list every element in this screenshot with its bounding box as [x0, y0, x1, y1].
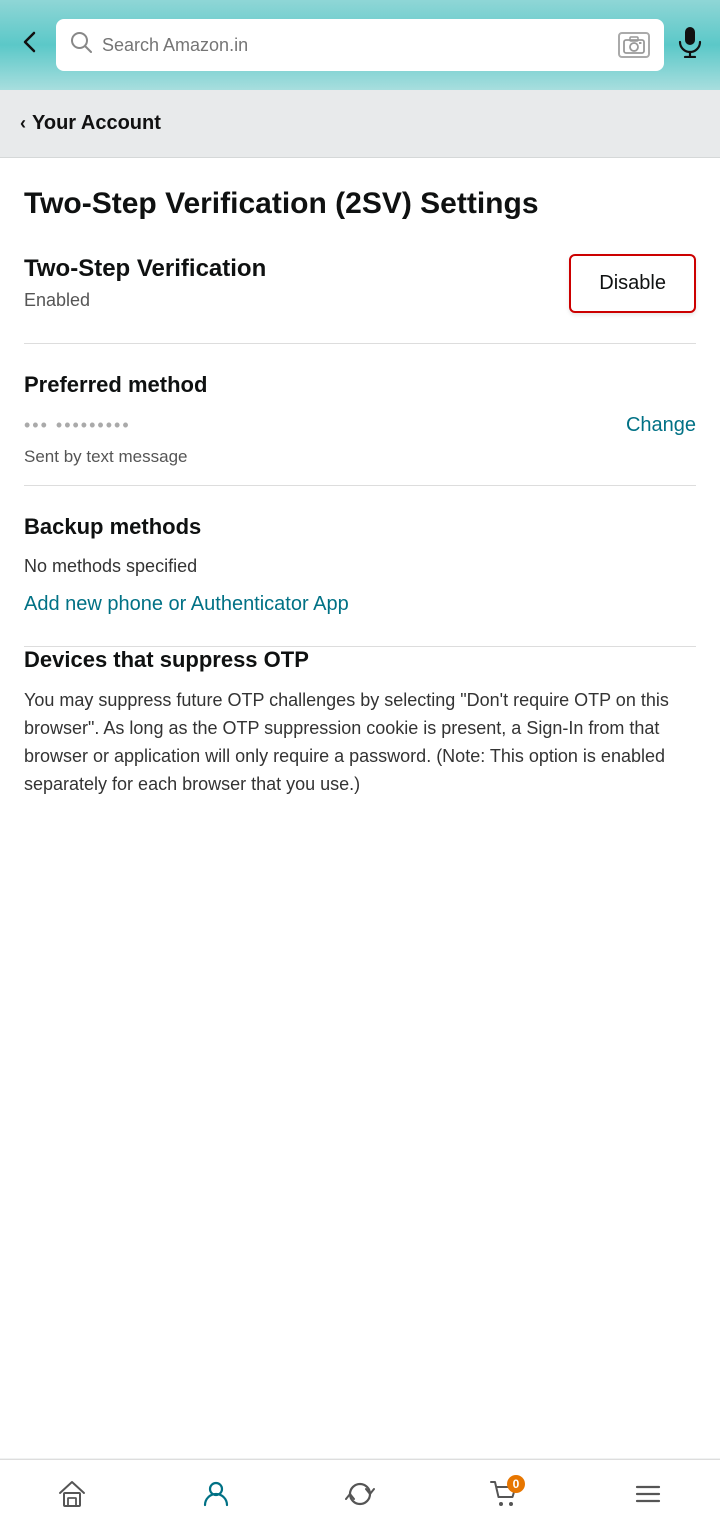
person-icon	[201, 1479, 231, 1517]
cart-badge: 0	[507, 1475, 525, 1493]
mic-icon[interactable]	[676, 26, 704, 65]
bottom-nav: 0	[0, 1459, 720, 1539]
divider-2	[24, 485, 696, 486]
no-methods-text: No methods specified	[24, 556, 696, 577]
main-content: Two-Step Verification (2SV) Settings Two…	[0, 158, 720, 1458]
nav-cart[interactable]: 0	[432, 1479, 576, 1517]
page-title: Two-Step Verification (2SV) Settings	[24, 186, 696, 222]
sent-by-text: Sent by text message	[24, 447, 696, 467]
header	[0, 0, 720, 90]
breadcrumb-label: Your Account	[32, 112, 161, 135]
nav-updates[interactable]	[288, 1479, 432, 1517]
breadcrumb[interactable]: ‹ Your Account	[0, 90, 720, 158]
search-icon	[70, 31, 92, 59]
divider-1	[24, 343, 696, 344]
backup-methods-title: Backup methods	[24, 514, 696, 540]
devices-title: Devices that suppress OTP	[24, 647, 696, 673]
tsv-status: Enabled	[24, 290, 266, 311]
nav-home[interactable]	[0, 1479, 144, 1517]
tsv-heading: Two-Step Verification	[24, 254, 266, 284]
change-link[interactable]: Change	[626, 414, 696, 437]
home-icon	[57, 1479, 87, 1517]
search-bar[interactable]	[56, 19, 664, 71]
camera-icon[interactable]	[618, 32, 650, 58]
refresh-icon	[345, 1479, 375, 1517]
tsv-section: Two-Step Verification Enabled Disable	[24, 254, 696, 313]
cart-icon: 0	[489, 1479, 519, 1517]
nav-account[interactable]	[144, 1479, 288, 1517]
search-input[interactable]	[102, 35, 608, 56]
devices-description: You may suppress future OTP challenges b…	[24, 687, 696, 799]
menu-icon	[633, 1479, 663, 1517]
disable-button[interactable]: Disable	[569, 254, 696, 313]
tsv-info: Two-Step Verification Enabled	[24, 254, 266, 311]
add-phone-link[interactable]: Add new phone or Authenticator App	[24, 593, 349, 616]
back-button[interactable]	[16, 28, 44, 63]
preferred-method-row: ••• ••••••••• Change	[24, 414, 696, 447]
preferred-method-title: Preferred method	[24, 372, 696, 398]
phone-masked: ••• •••••••••	[24, 415, 131, 436]
nav-menu[interactable]	[576, 1479, 720, 1517]
breadcrumb-chevron-icon: ‹	[20, 113, 26, 134]
